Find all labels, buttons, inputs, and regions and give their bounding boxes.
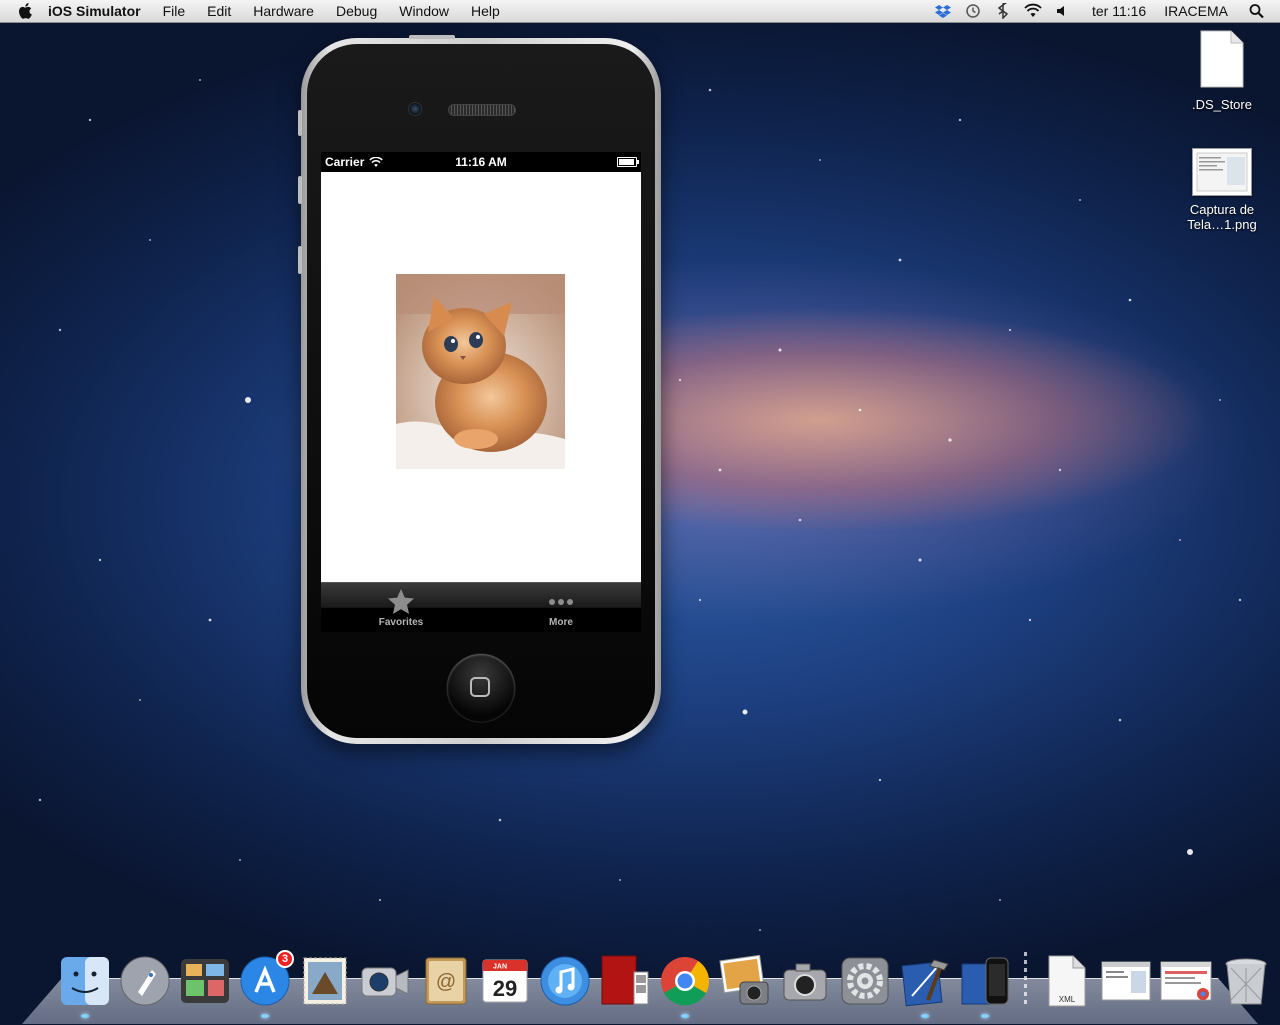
- calendar-month: JAN: [493, 964, 507, 971]
- menubar-user[interactable]: IRACEMA: [1164, 3, 1228, 19]
- dock-mail[interactable]: [298, 954, 352, 1008]
- dock-ios-simulator[interactable]: [958, 954, 1012, 1018]
- mute-switch[interactable]: [298, 110, 302, 136]
- volume-up-button[interactable]: [298, 176, 302, 204]
- star-icon: [388, 589, 414, 614]
- volume-icon[interactable]: [1054, 3, 1072, 19]
- menu-bar: iOS Simulator File Edit Hardware Debug W…: [0, 0, 1280, 23]
- dock-system-preferences[interactable]: [838, 954, 892, 1008]
- dock-minimized-chrome-window[interactable]: [1159, 954, 1213, 1008]
- dock-calendar[interactable]: JAN 29: [478, 954, 532, 1008]
- itunes-note-icon: [540, 956, 590, 1006]
- app-content-view: [321, 172, 641, 582]
- dock-itunes[interactable]: [538, 954, 592, 1008]
- more-dots-icon: [549, 599, 573, 605]
- dock-stack-downloads[interactable]: [1099, 954, 1153, 1008]
- sleep-button[interactable]: [409, 35, 455, 39]
- running-indicator: [261, 1014, 269, 1018]
- dock-image-capture[interactable]: [778, 954, 832, 1008]
- dock: 3 @ JAN 29 XML: [58, 944, 1279, 1018]
- image-capture-camera-icon: [783, 963, 827, 1001]
- dock-xcode[interactable]: [898, 954, 952, 1018]
- home-square-icon: [470, 677, 490, 697]
- facetime-camera-icon: [361, 967, 409, 997]
- tab-label: Favorites: [378, 617, 424, 628]
- dock-launchpad[interactable]: [118, 954, 172, 1008]
- menu-file[interactable]: File: [152, 0, 197, 22]
- dock-xml-document[interactable]: XML: [1039, 954, 1093, 1008]
- menubar-clock[interactable]: ter 11:16: [1092, 3, 1146, 19]
- kitten-photo: [396, 274, 565, 469]
- xml-document-icon: XML: [1048, 955, 1086, 1007]
- dock-trash[interactable]: [1219, 954, 1273, 1008]
- launchpad-rocket-icon: [120, 956, 170, 1006]
- desktop-file-label: .DS_Store: [1192, 97, 1252, 112]
- front-camera: [408, 102, 422, 116]
- menu-hardware[interactable]: Hardware: [242, 0, 325, 22]
- mission-control-icon: [181, 959, 229, 1003]
- ios-tab-bar: Favorites More: [321, 582, 641, 632]
- menu-app-name[interactable]: iOS Simulator: [46, 0, 152, 22]
- dock-photo-booth[interactable]: [598, 954, 652, 1008]
- running-indicator: [981, 1014, 989, 1018]
- dock-app-store[interactable]: 3: [238, 950, 294, 1018]
- mail-stamp-icon: [303, 957, 347, 1005]
- running-indicator: [681, 1014, 689, 1018]
- menu-debug[interactable]: Debug: [325, 0, 388, 22]
- photo-booth-icon: [601, 955, 649, 1005]
- simulator-screen[interactable]: Carrier 11:16 AM Favorites More: [321, 152, 641, 632]
- desktop-file-label: Captura de Tela…1.png: [1187, 202, 1257, 232]
- calendar-day: 29: [493, 976, 517, 1001]
- trash-icon: [1225, 958, 1267, 1005]
- dock-chrome[interactable]: [658, 954, 712, 1018]
- dock-mission-control[interactable]: [178, 954, 232, 1008]
- window-stack-icon: [1101, 961, 1151, 1001]
- iphoto-icon: [719, 954, 769, 1005]
- svg-text:@: @: [436, 971, 456, 993]
- gear-icon: [841, 957, 889, 1005]
- tab-favorites[interactable]: Favorites: [321, 583, 481, 632]
- earpiece-speaker: [448, 104, 516, 116]
- xcode-hammer-icon: [901, 959, 949, 1007]
- home-button[interactable]: [447, 654, 515, 722]
- menu-window[interactable]: Window: [388, 0, 460, 22]
- browser-window-icon: [1160, 961, 1212, 1001]
- dock-finder[interactable]: [58, 954, 112, 1018]
- running-indicator: [921, 1014, 929, 1018]
- menu-edit[interactable]: Edit: [196, 0, 242, 22]
- running-indicator: [81, 1014, 89, 1018]
- menu-help[interactable]: Help: [460, 0, 511, 22]
- ios-simulator-icon: [961, 957, 1009, 1005]
- calendar-icon: JAN 29: [482, 959, 528, 1003]
- address-book-icon: @: [425, 957, 467, 1005]
- bluetooth-icon[interactable]: [994, 3, 1012, 19]
- spotlight-search-icon[interactable]: [1248, 3, 1266, 19]
- chrome-icon: [661, 957, 710, 1006]
- dock-separator: [1024, 952, 1027, 1008]
- time-machine-icon[interactable]: [964, 3, 982, 19]
- volume-down-button[interactable]: [298, 246, 302, 274]
- iphone-body: Carrier 11:16 AM Favorites More: [307, 44, 655, 738]
- ios-time: 11:16 AM: [455, 155, 507, 169]
- xml-label: XML: [1059, 995, 1076, 1004]
- ios-status-bar: Carrier 11:16 AM: [321, 152, 641, 172]
- document-icon: [1200, 30, 1244, 88]
- wifi-icon[interactable]: [1024, 3, 1042, 19]
- dock-facetime[interactable]: [358, 954, 412, 1008]
- dropbox-icon[interactable]: [934, 3, 952, 19]
- desktop-file-screenshot[interactable]: Captura de Tela…1.png: [1177, 148, 1267, 232]
- ios-simulator-window[interactable]: Carrier 11:16 AM Favorites More: [298, 35, 661, 744]
- dock-contacts[interactable]: @: [418, 954, 472, 1008]
- app-store-badge: 3: [276, 950, 294, 968]
- apple-logo-icon[interactable]: [18, 3, 32, 19]
- dock-iphoto[interactable]: [718, 954, 772, 1008]
- tab-more[interactable]: More: [481, 583, 641, 632]
- screenshot-file-icon: [1192, 148, 1252, 196]
- tab-label: More: [549, 617, 573, 628]
- desktop-file-ds-store[interactable]: .DS_Store: [1177, 30, 1267, 112]
- battery-icon: [617, 157, 639, 167]
- finder-icon: [61, 957, 109, 1005]
